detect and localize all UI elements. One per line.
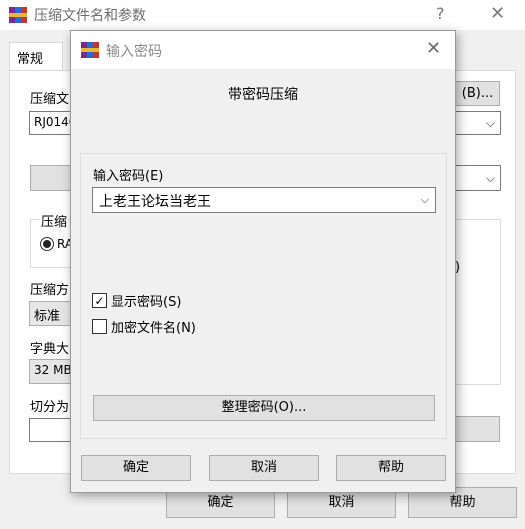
help-icon[interactable]: ? [436, 4, 445, 23]
profile-select[interactable]: ⌵ [455, 165, 501, 191]
enter-password-dialog: 输入密码 ✕ 带密码压缩 输入密码(E) 上老王论坛当老王 ⌵ ✓ 显示密码(S… [70, 30, 456, 493]
format-group-label: 压缩 [40, 211, 69, 230]
radio-selected-icon [40, 237, 54, 251]
archive-name-label: 压缩文 [30, 92, 70, 107]
chevron-down-icon[interactable]: ⌵ [421, 193, 429, 207]
organize-passwords-button[interactable]: 整理密码(O)... [93, 395, 435, 421]
window-title: 压缩文件名和参数 [34, 8, 146, 24]
close-icon[interactable]: ✕ [490, 3, 505, 24]
show-password-checkbox[interactable]: ✓ 显示密码(S) [92, 291, 181, 310]
password-value: 上老王论坛当老王 [99, 194, 211, 210]
checkbox-empty-icon[interactable] [92, 319, 107, 334]
method-label: 压缩方 [30, 283, 70, 298]
update-mode-select[interactable]: ⌵ [455, 111, 501, 135]
checkmark-icon[interactable]: ✓ [92, 293, 107, 308]
set-password-button-partial[interactable] [455, 416, 500, 442]
encrypt-filenames-checkbox[interactable]: 加密文件名(N) [92, 317, 196, 336]
chevron-down-icon: ⌵ [485, 116, 495, 130]
show-password-label: 显示密码(S) [111, 295, 182, 310]
password-input[interactable]: 上老王论坛当老王 ⌵ [92, 187, 436, 213]
window-titlebar: 压缩文件名和参数 ? ✕ [0, 0, 525, 30]
winrar-icon [81, 42, 99, 58]
rar-radio[interactable]: RA [40, 237, 73, 251]
dialog-cancel-button[interactable]: 取消 [209, 455, 319, 481]
close-icon[interactable]: ✕ [426, 38, 441, 59]
chevron-down-icon: ⌵ [485, 171, 495, 185]
winrar-icon [9, 7, 27, 23]
encrypt-filenames-label: 加密文件名(N) [111, 321, 196, 336]
dialog-title: 输入密码 [106, 44, 162, 60]
split-label: 切分为 [30, 400, 70, 415]
dialog-heading: 带密码压缩 [228, 87, 298, 103]
dialog-help-button[interactable]: 帮助 [336, 455, 446, 481]
dictionary-label: 字典大 [30, 342, 70, 357]
dialog-ok-button[interactable]: 确定 [81, 455, 191, 481]
tab-general[interactable]: 常规 [9, 42, 63, 71]
dialog-titlebar: 输入密码 ✕ [71, 31, 455, 69]
browse-button[interactable]: (B)... [455, 81, 500, 106]
options-groupbox [455, 219, 501, 385]
password-label: 输入密码(E) [93, 169, 164, 184]
